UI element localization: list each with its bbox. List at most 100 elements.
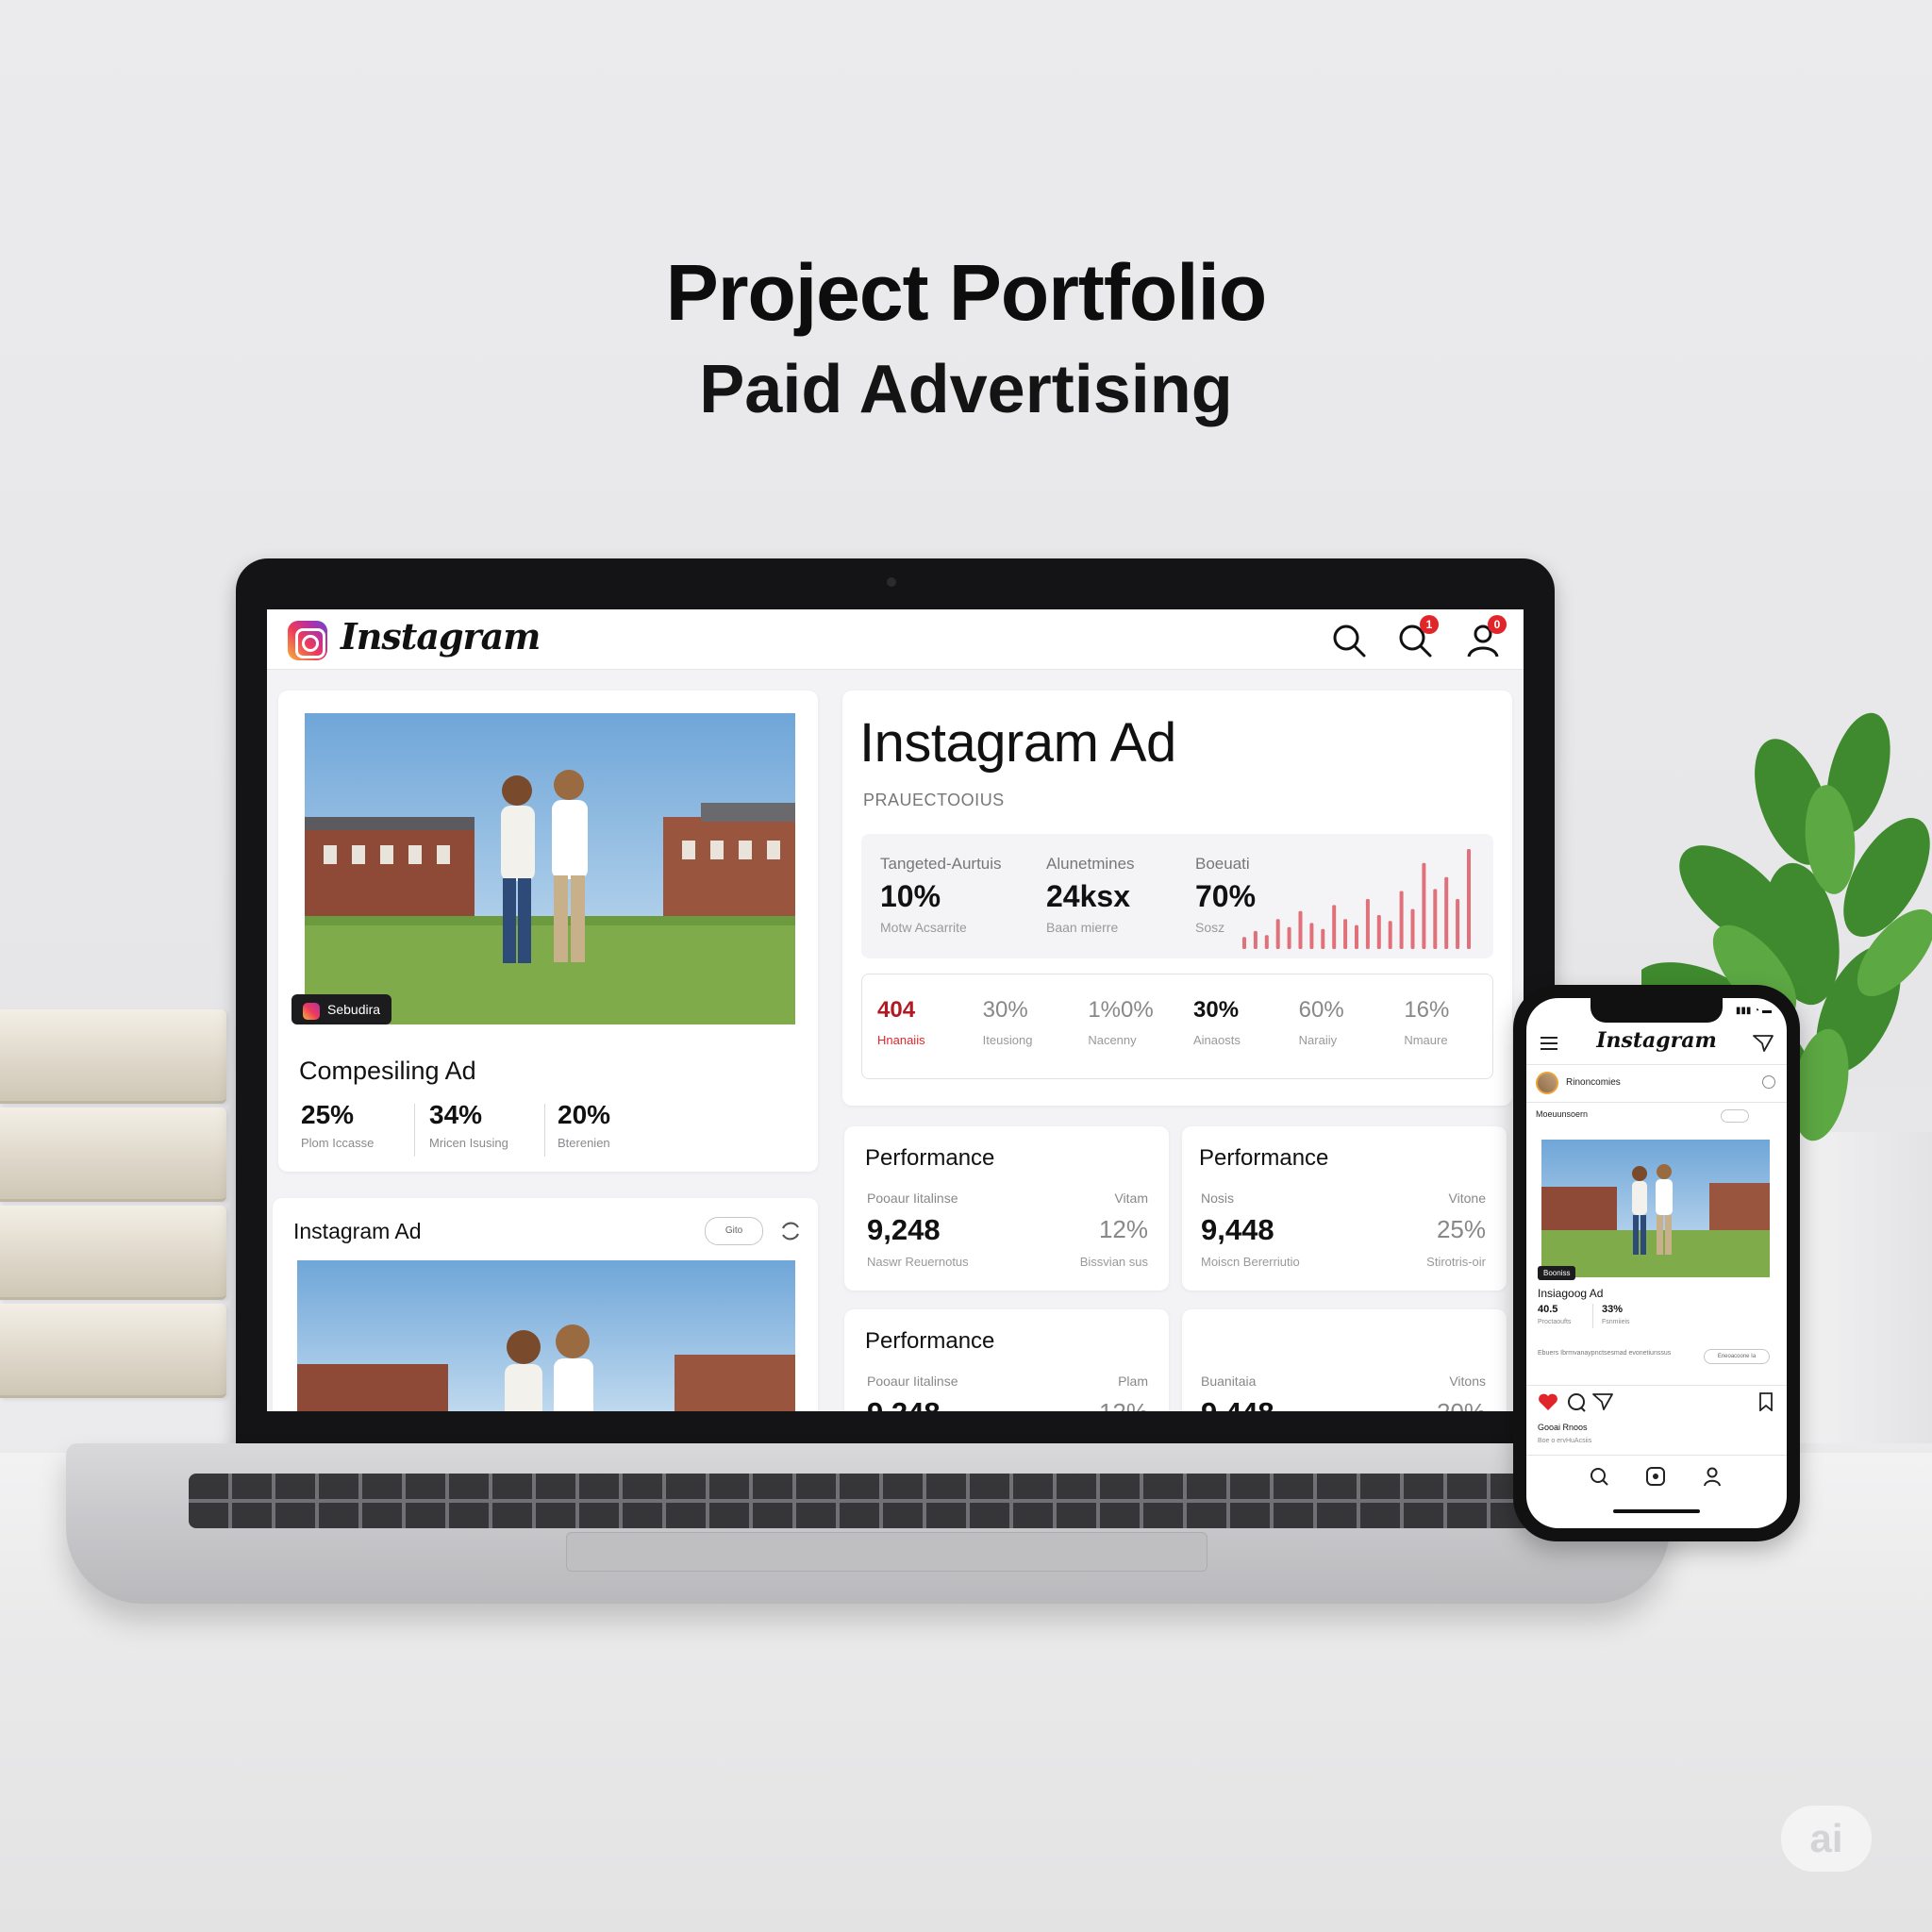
chart-bar	[1456, 899, 1460, 949]
instagram-mini-icon	[303, 1003, 320, 1020]
book-stack	[0, 1009, 226, 1402]
performance-left-label: Buanitaia	[1201, 1374, 1257, 1389]
metric-cell-value: 16%	[1404, 997, 1450, 1023]
avatar[interactable]	[1536, 1072, 1558, 1094]
search-icon[interactable]	[1329, 621, 1369, 660]
book	[0, 1009, 226, 1104]
phone: ▮▮▮ ◔ ▬ Instagram Rinoncomies Moeuunsoer…	[1513, 985, 1800, 1541]
ai-watermark: ai	[1781, 1806, 1872, 1872]
metric-cell-value: 30%	[982, 997, 1028, 1023]
share-icon[interactable]	[1592, 1392, 1613, 1416]
divider	[1526, 1064, 1787, 1065]
metric-cell: 30% Ainaosts	[1193, 997, 1241, 1047]
nav-search-icon[interactable]	[1589, 1466, 1609, 1491]
stat-label: Mricen Isusing	[429, 1136, 508, 1150]
bar-chart	[1242, 849, 1471, 949]
chart-bar	[1365, 899, 1370, 949]
profile-icon[interactable]: 0	[1463, 615, 1507, 660]
performance-left-label: Pooaur Iitalinse	[867, 1374, 958, 1389]
chart-bar	[1376, 915, 1381, 949]
metrics-row: 404 Hnanaiis 30% Iteusiong 1%0% Nacenny 30% Ain…	[861, 974, 1493, 1079]
post-stat-value: 33%	[1602, 1304, 1624, 1315]
brand-wordmark[interactable]: Instagram	[341, 615, 541, 658]
notifications-icon[interactable]: 1	[1395, 615, 1439, 660]
account-name[interactable]: Rinoncomies	[1566, 1077, 1621, 1088]
performance-percent: 20%	[1437, 1398, 1486, 1411]
performance-left-label: Pooaur Iitalinse	[867, 1191, 958, 1206]
ad-photo-image	[297, 1260, 795, 1411]
metrics-panel: Tangeted-Aurtuis 10% Motw Acsarrite Alun…	[861, 834, 1493, 958]
post-stat-value: 40.5	[1538, 1304, 1558, 1315]
post-ad-title: Insiagoog Ad	[1538, 1287, 1604, 1300]
divider	[1526, 1102, 1787, 1103]
post-cta-button[interactable]: Eneoacoone Ia	[1704, 1349, 1770, 1364]
ad-photo[interactable]	[305, 713, 795, 1024]
metric-cell-label: Naraiiy	[1298, 1033, 1338, 1047]
home-indicator	[1613, 1509, 1700, 1513]
stat-label: Bterenien	[558, 1136, 610, 1150]
post-chip[interactable]: Booniss	[1538, 1266, 1576, 1280]
divider	[1592, 1304, 1593, 1328]
likes-text: Gooai Rnoos	[1538, 1423, 1588, 1432]
stat-value: 25%	[301, 1100, 355, 1129]
metric: Alunetmines 24ksx Baan mierre	[1046, 855, 1135, 935]
metric-cell-value: 30%	[1193, 997, 1240, 1023]
metric-cell-label: Iteusiong	[982, 1033, 1033, 1047]
chart-bar	[1275, 919, 1280, 949]
metric-cell: 1%0% Nacenny	[1088, 997, 1153, 1047]
bookmark-icon[interactable]	[1758, 1392, 1774, 1416]
post-pill[interactable]	[1721, 1109, 1749, 1123]
performance-card[interactable]: Performance Pooaur Iitalinse Vitam 9,248…	[844, 1126, 1169, 1291]
stat-item: 20% Bterenien	[558, 1100, 610, 1150]
more-icon[interactable]	[1762, 1075, 1775, 1089]
account-chip[interactable]: Sebudira	[291, 994, 392, 1024]
stat-item: 34% Mricen Isusing	[429, 1100, 508, 1150]
performance-card[interactable]: Performance Nosis Vitone 9,448 25% Moisc…	[1182, 1126, 1507, 1291]
performance-title: Performance	[1199, 1145, 1329, 1171]
performance-card[interactable]: Performance Pooaur Iitalinse Plam 9,248 …	[844, 1309, 1169, 1411]
chart-bar	[1253, 930, 1257, 949]
metric-cell: 16% Nmaure	[1404, 997, 1449, 1047]
goto-button[interactable]: Gito	[705, 1217, 763, 1245]
post-photo-image	[1541, 1140, 1770, 1277]
ad-card[interactable]: Sebudira Compesiling Ad 25% Plom Iccasse…	[278, 691, 818, 1172]
comment-icon[interactable]	[1566, 1392, 1587, 1418]
like-icon[interactable]	[1538, 1392, 1558, 1416]
metric-cell: 60% Naraiiy	[1299, 997, 1344, 1047]
performance-card[interactable]: Buanitaia Vitons 9,448 20%	[1182, 1309, 1507, 1411]
ad-card-secondary[interactable]: Instagram Ad Gito	[273, 1198, 818, 1411]
direct-message-icon[interactable]	[1753, 1034, 1774, 1058]
camera	[887, 577, 896, 587]
trackpad[interactable]	[566, 1532, 1208, 1572]
chart-bar	[1433, 889, 1438, 949]
post-photo[interactable]	[1541, 1140, 1770, 1277]
performance-right-sub: Bissvian sus	[1079, 1255, 1148, 1269]
nav-profile-icon[interactable]	[1702, 1466, 1723, 1491]
instagram-logo-icon[interactable]	[288, 621, 327, 660]
metric-label: Alunetmines	[1046, 855, 1135, 873]
ad-card-secondary-title: Instagram Ad	[293, 1219, 422, 1243]
nav-create-icon[interactable]	[1645, 1466, 1666, 1491]
chart-bar	[1242, 937, 1246, 949]
chart-bar	[1298, 910, 1303, 949]
performance-right-label: Vitone	[1448, 1191, 1486, 1206]
performance-percent: 12%	[1099, 1398, 1148, 1411]
hero-title: Project Portfolio	[665, 248, 1267, 337]
phone-brand[interactable]: Instagram	[1526, 1028, 1787, 1053]
keyboard	[189, 1474, 1557, 1528]
chart-bar	[1332, 905, 1337, 949]
status-icons: ▮▮▮ ◔ ▬	[1735, 1006, 1772, 1016]
performance-right-label: Vitons	[1449, 1374, 1486, 1389]
post-header: Moeuunsoern	[1536, 1109, 1589, 1119]
analytics-card: Instagram Ad PRAUECTOOIUS Tangeted-Aurtu…	[842, 691, 1512, 1106]
chart-bar	[1410, 908, 1415, 949]
analytics-title: Instagram Ad	[859, 712, 1176, 774]
ad-photo[interactable]	[297, 1260, 795, 1411]
divider	[544, 1104, 545, 1157]
refresh-icon[interactable]	[778, 1219, 803, 1248]
metric-cell-label: Hnanaiis	[877, 1033, 925, 1047]
metric-sub: Baan mierre	[1046, 920, 1119, 935]
metric-sub: Motw Acsarrite	[880, 920, 967, 935]
chart-bar	[1399, 891, 1404, 949]
metric-cell-label: Nmaure	[1404, 1033, 1448, 1047]
